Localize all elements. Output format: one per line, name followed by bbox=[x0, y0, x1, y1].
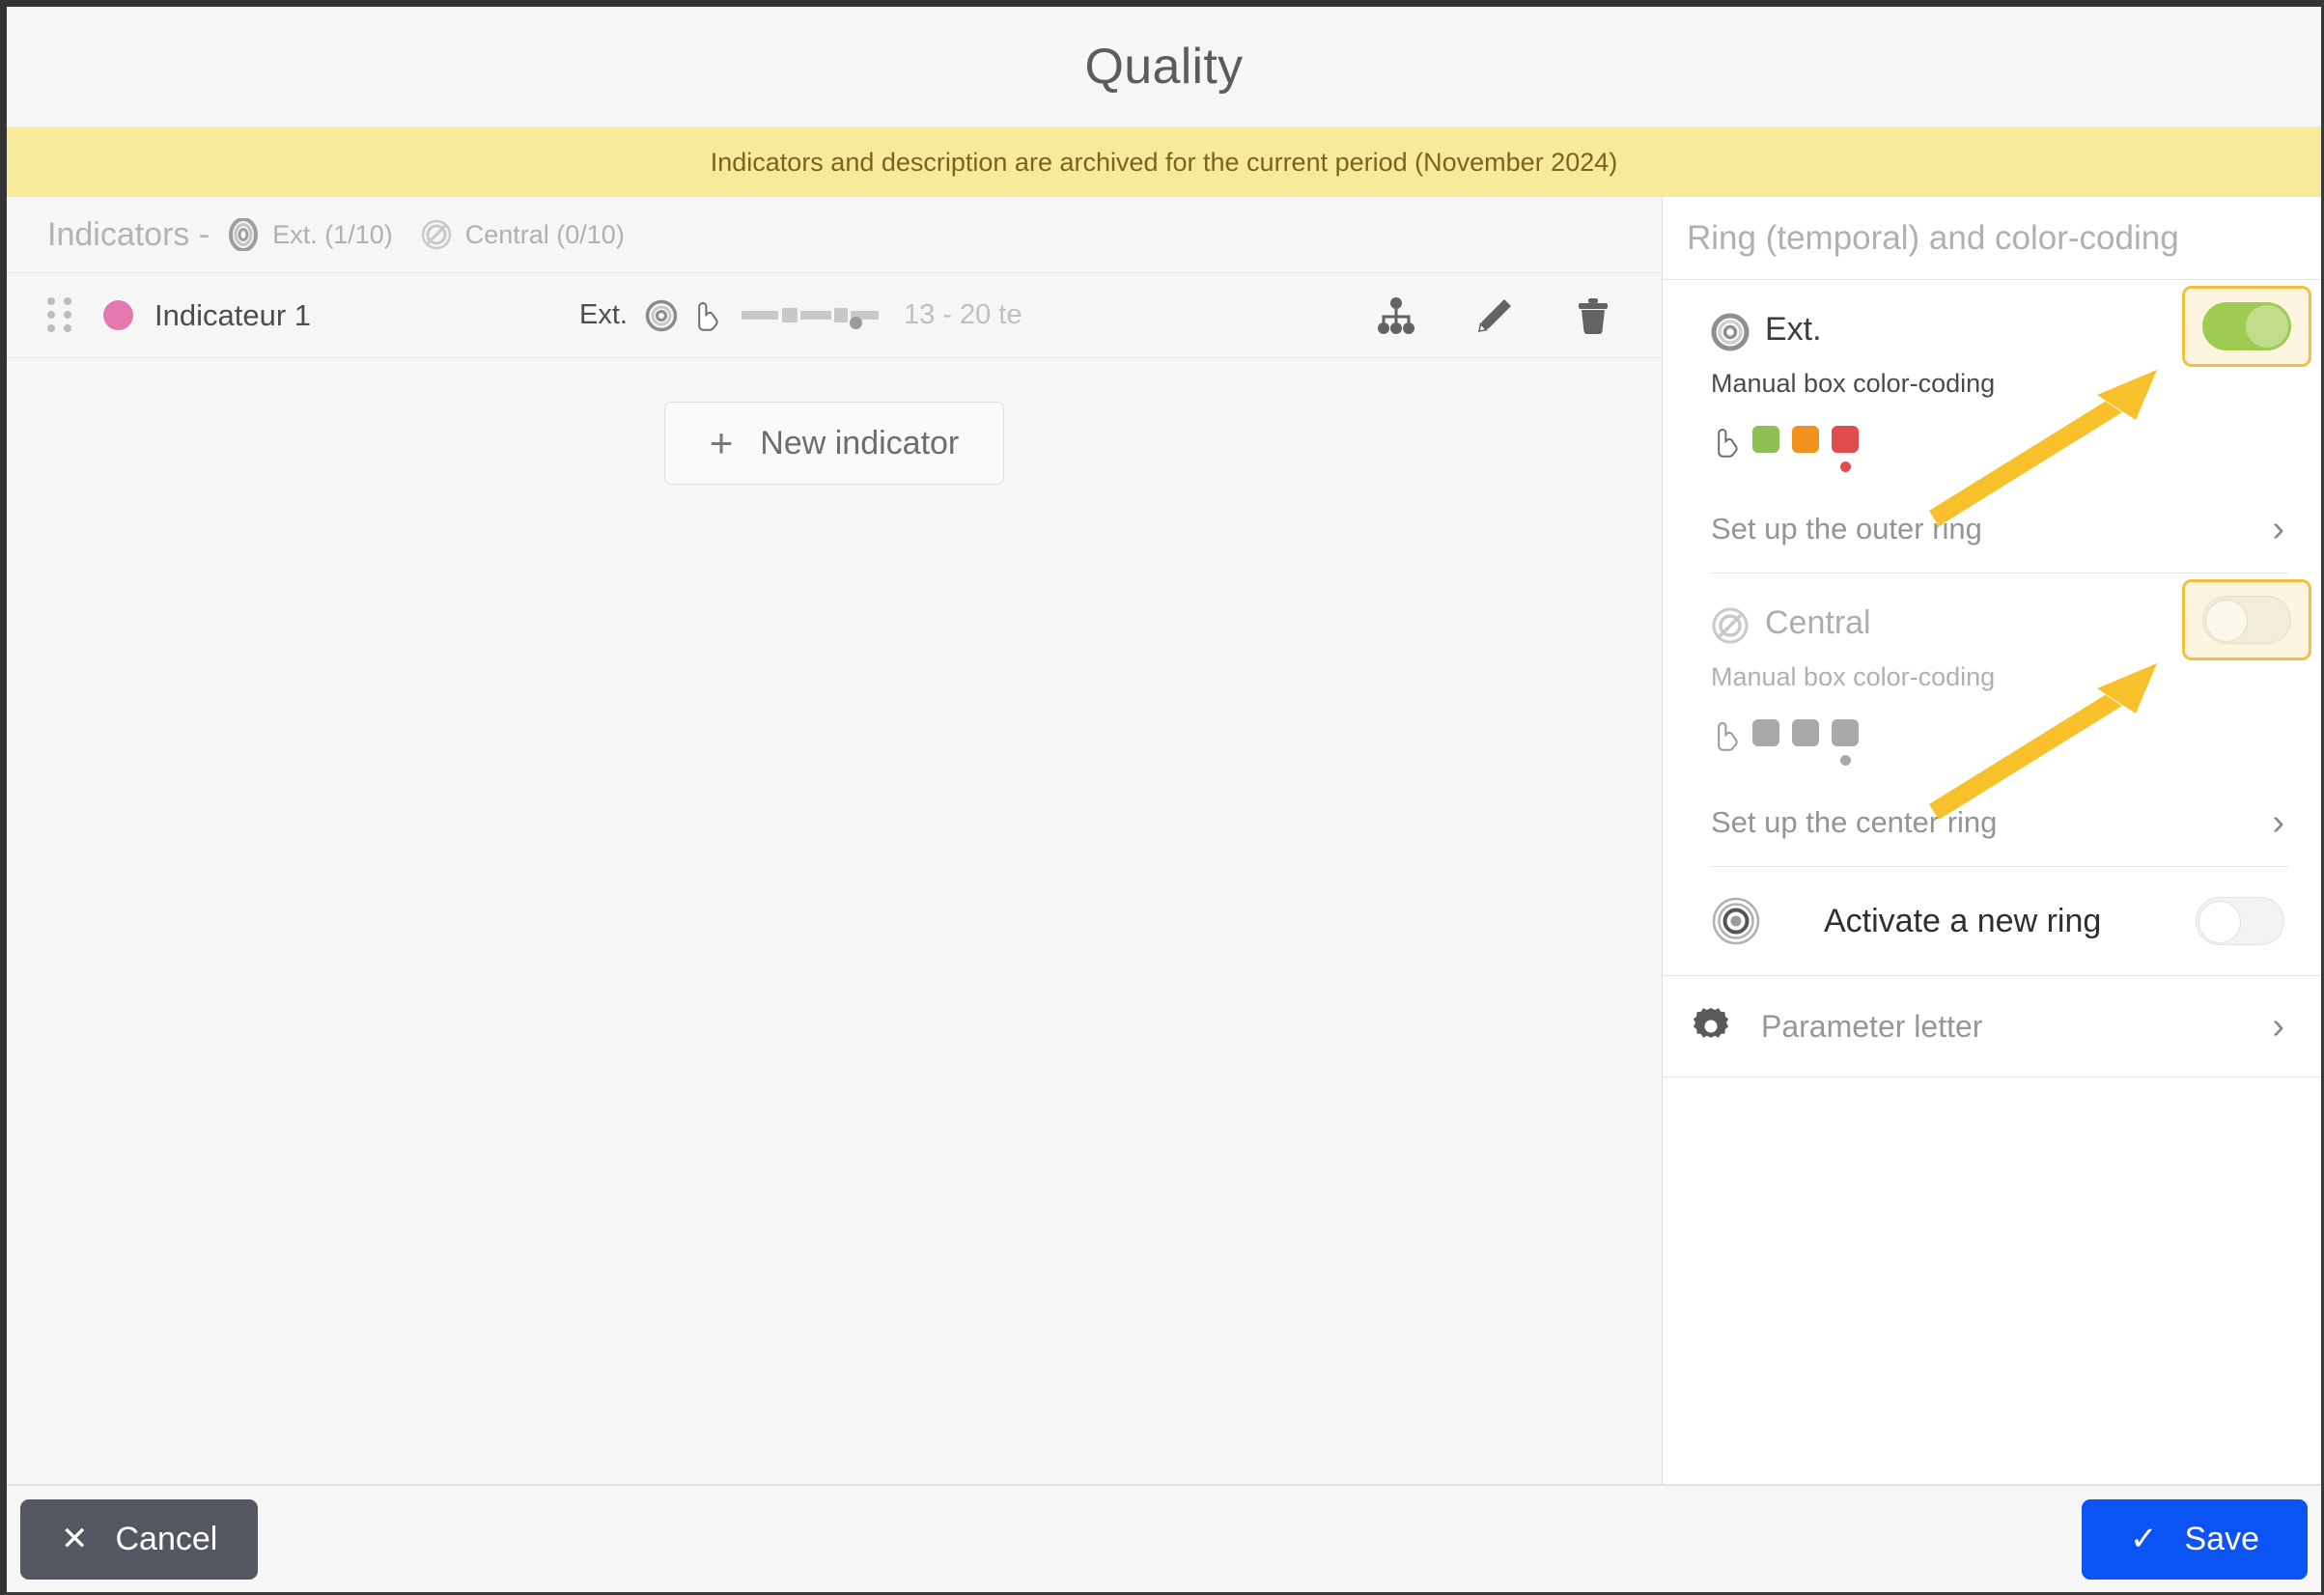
archived-banner: Indicators and description are archived … bbox=[7, 127, 2321, 197]
indicator-name: Indicateur 1 bbox=[154, 297, 311, 332]
tab-ext[interactable]: Ext. (1/10) bbox=[227, 218, 393, 251]
indicator-range-text: 13 - 20 te bbox=[903, 299, 1022, 330]
swatch-disabled-3 bbox=[1832, 719, 1859, 746]
hand-pointer-icon bbox=[1711, 719, 1740, 752]
central-toggle-knob bbox=[2205, 600, 2248, 642]
tab-central-label: Central (0/10) bbox=[464, 219, 625, 249]
swatch-disabled-1 bbox=[1752, 719, 1779, 746]
ring-ext-subtitle: Manual box color-coding bbox=[1711, 369, 1996, 398]
indicator-range-bar bbox=[741, 299, 879, 332]
central-ring-icon bbox=[1711, 606, 1749, 644]
sidebar-title: Ring (temporal) and color-coding bbox=[1663, 197, 2321, 280]
sidebar-empty-space bbox=[1663, 1077, 2321, 1484]
activate-new-ring-label: Activate a new ring bbox=[1824, 902, 2102, 939]
indicators-header-label: Indicators - bbox=[47, 215, 210, 253]
archived-banner-text: Indicators and description are archived … bbox=[710, 147, 1618, 177]
chevron-right-icon: › bbox=[2272, 802, 2284, 843]
swatch-disabled-3-column bbox=[1832, 719, 1859, 766]
save-button[interactable]: ✓ Save bbox=[2082, 1498, 2308, 1580]
ring-central-label: Central bbox=[1765, 603, 1871, 641]
target-icon bbox=[1711, 313, 1750, 351]
ring-ext-swatches bbox=[1711, 426, 2288, 482]
central-ring-icon bbox=[420, 218, 453, 251]
hierarchy-icon[interactable] bbox=[1374, 294, 1418, 338]
new-indicator-area: + New indicator bbox=[7, 358, 1662, 485]
page-title: Quality bbox=[1084, 39, 1244, 95]
new-ring-icon bbox=[1711, 896, 1761, 946]
application-window: Quality Indicators and description are a… bbox=[0, 0, 2324, 1595]
setup-center-ring-label: Set up the center ring bbox=[1711, 805, 1998, 839]
drag-handle-icon[interactable] bbox=[47, 297, 72, 334]
parameter-letter-row[interactable]: Parameter letter › bbox=[1663, 976, 2321, 1077]
indicator-actions bbox=[1374, 294, 1629, 338]
indicator-ring-label: Ext. bbox=[579, 299, 628, 330]
swatch-green[interactable] bbox=[1752, 426, 1779, 453]
indicators-empty-space bbox=[7, 485, 1662, 1484]
chevron-right-icon: › bbox=[2272, 1006, 2284, 1047]
indicators-panel: Indicators - Ext. (1/10) Central (0/10) … bbox=[7, 197, 1663, 1484]
hand-pointer-icon bbox=[1711, 426, 1740, 459]
tab-ext-label: Ext. (1/10) bbox=[272, 219, 393, 249]
parameter-letter-label: Parameter letter bbox=[1761, 1008, 1983, 1044]
cancel-button[interactable]: ✕ Cancel bbox=[20, 1498, 259, 1580]
delete-trash-icon[interactable] bbox=[1571, 294, 1615, 338]
activate-new-ring-toggle[interactable] bbox=[2196, 897, 2284, 945]
ring-section-ext: Ext. Manual box color-coding bbox=[1663, 280, 2321, 526]
indicator-row[interactable]: Indicateur 1 Ext. 13 - 20 te bbox=[7, 273, 1662, 358]
activate-new-ring-toggle-knob bbox=[2198, 901, 2241, 943]
central-toggle-highlight bbox=[2182, 579, 2311, 660]
edit-pencil-icon[interactable] bbox=[1472, 294, 1517, 338]
indicator-color-dot bbox=[103, 300, 133, 330]
ring-central-swatches bbox=[1711, 719, 2288, 775]
ext-toggle-highlight bbox=[2182, 286, 2311, 367]
plus-icon: + bbox=[709, 420, 734, 465]
ext-toggle-knob bbox=[2246, 305, 2288, 348]
gear-icon bbox=[1690, 1005, 1732, 1048]
hand-pointer-icon bbox=[691, 299, 720, 332]
central-toggle[interactable] bbox=[2202, 596, 2291, 644]
indicator-ring-info: Ext. 13 - 20 te bbox=[579, 299, 1022, 332]
ring-section-central: Central Manual box color-coding bbox=[1663, 574, 2321, 820]
setup-outer-ring-label: Set up the outer ring bbox=[1711, 512, 1982, 546]
new-indicator-button[interactable]: + New indicator bbox=[663, 402, 1005, 485]
swatch-orange[interactable] bbox=[1792, 426, 1819, 453]
indicators-header: Indicators - Ext. (1/10) Central (0/10) bbox=[7, 197, 1662, 273]
swatch-red[interactable] bbox=[1832, 426, 1859, 453]
swatch-red-column bbox=[1832, 426, 1859, 472]
swatch-disabled-2 bbox=[1792, 719, 1819, 746]
tab-central[interactable]: Central (0/10) bbox=[420, 218, 625, 251]
target-icon bbox=[227, 218, 260, 251]
save-button-label: Save bbox=[2184, 1520, 2260, 1557]
ext-toggle[interactable] bbox=[2202, 302, 2291, 350]
check-icon: ✓ bbox=[2130, 1521, 2158, 1557]
body-split: Indicators - Ext. (1/10) Central (0/10) … bbox=[7, 197, 2321, 1484]
setup-outer-ring-link[interactable]: Set up the outer ring › bbox=[1663, 493, 2321, 573]
ring-central-subtitle: Manual box color-coding bbox=[1711, 662, 1996, 691]
footer-bar: ✕ Cancel ✓ Save bbox=[7, 1484, 2321, 1592]
ring-settings-sidebar: Ring (temporal) and color-coding Ext. Ma… bbox=[1663, 197, 2321, 1484]
ring-ext-label: Ext. bbox=[1765, 310, 1822, 348]
swatch-red-indicator-dot bbox=[1839, 462, 1851, 472]
title-bar: Quality bbox=[7, 7, 2321, 127]
swatch-disabled-indicator-dot bbox=[1839, 755, 1851, 766]
new-indicator-label: New indicator bbox=[760, 424, 960, 462]
setup-center-ring-link[interactable]: Set up the center ring › bbox=[1663, 787, 2321, 866]
chevron-right-icon: › bbox=[2272, 509, 2284, 549]
activate-new-ring-row[interactable]: Activate a new ring bbox=[1663, 867, 2321, 976]
close-x-icon: ✕ bbox=[61, 1521, 89, 1557]
cancel-button-label: Cancel bbox=[115, 1520, 218, 1557]
target-icon bbox=[645, 299, 678, 332]
